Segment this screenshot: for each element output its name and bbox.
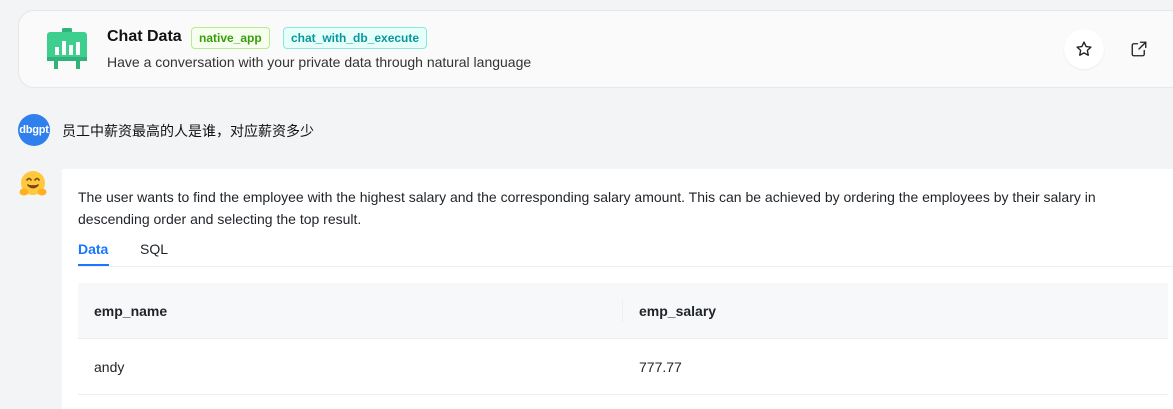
table-row: andy 777.77 xyxy=(78,339,1168,395)
cell-emp-salary: 777.77 xyxy=(639,358,682,375)
tag-native-app: native_app xyxy=(191,27,270,49)
tab-divider xyxy=(78,266,1173,267)
app-title: Chat Data xyxy=(107,28,182,45)
star-icon xyxy=(1076,41,1092,56)
share-icon xyxy=(1131,41,1147,57)
app-header-card: Chat Data native_app chat_with_db_execut… xyxy=(18,10,1173,88)
favorite-button[interactable] xyxy=(1064,29,1104,69)
app-description: Have a conversation with your private da… xyxy=(107,54,532,70)
table-header: emp_name emp_salary xyxy=(78,283,1168,339)
user-message: 员工中薪资最高的人是谁，对应薪资多少 xyxy=(62,123,314,139)
column-header-emp-salary[interactable]: emp_salary xyxy=(623,303,1168,319)
chalkboard-chart-icon xyxy=(47,28,87,69)
column-header-emp-name[interactable]: emp_name xyxy=(78,299,623,322)
tag-chat-with-db-execute: chat_with_db_execute xyxy=(283,27,428,49)
hugging-face-emoji-icon xyxy=(19,171,47,196)
share-button[interactable] xyxy=(1119,29,1159,69)
cell-emp-name: andy xyxy=(94,358,125,375)
bot-answer-card: The user wants to find the employee with… xyxy=(62,169,1173,409)
tab-data[interactable]: Data xyxy=(78,241,108,257)
result-table: emp_name emp_salary andy 777.77 xyxy=(78,283,1168,395)
user-avatar: dbgpt xyxy=(18,114,50,146)
tab-sql[interactable]: SQL xyxy=(140,241,168,257)
bot-answer-text: The user wants to find the employee with… xyxy=(78,189,1096,227)
